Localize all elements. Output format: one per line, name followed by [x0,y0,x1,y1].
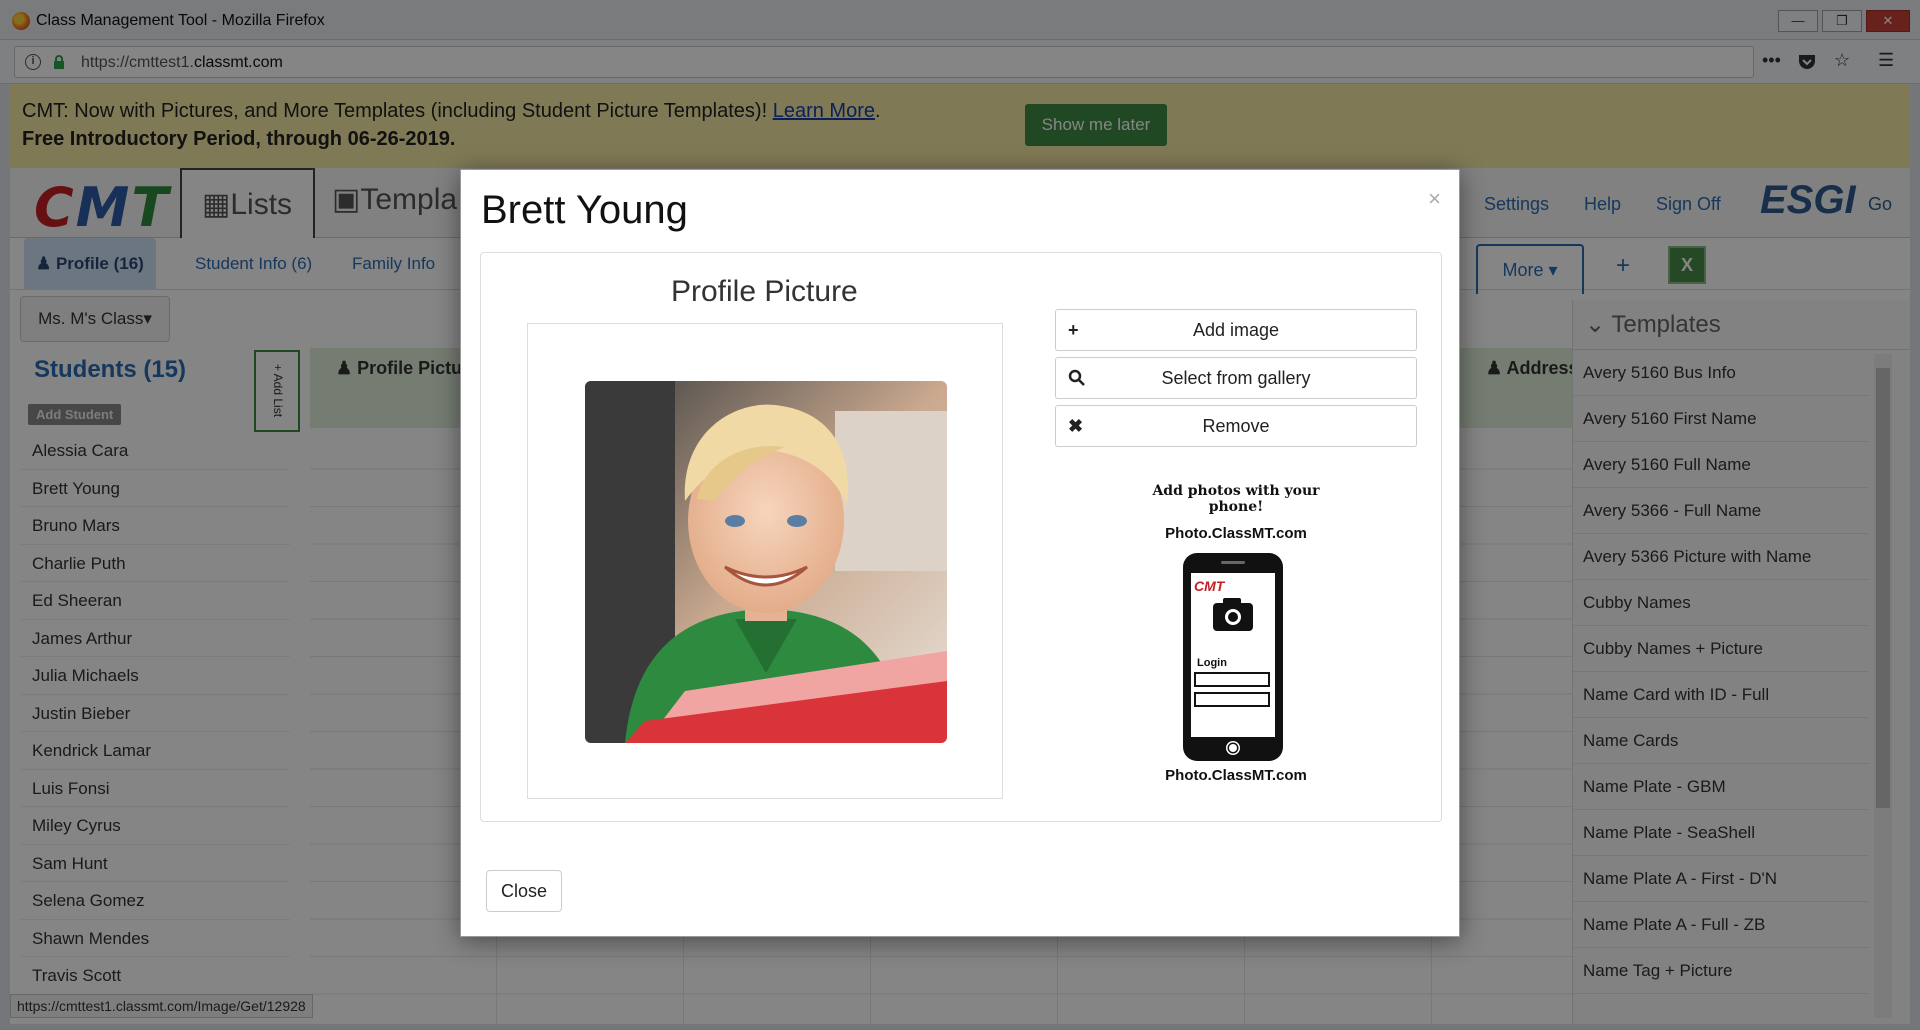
search-icon [1068,369,1085,386]
phone-promo-text: Add photos with your phone! [1152,483,1320,515]
close-icon: ✖ [1068,416,1084,436]
phone-login-label: Login [1197,657,1227,669]
profile-picture-frame [527,323,1003,799]
add-image-button[interactable]: + Add image [1055,309,1417,351]
close-icon[interactable]: × [1428,186,1441,212]
select-from-gallery-button[interactable]: Select from gallery [1055,357,1417,399]
phone-site-bottom: Photo.ClassMT.com [1165,767,1307,784]
plus-icon: + [1068,320,1079,340]
phone-cmt-logo: CMT [1194,578,1225,594]
remove-button[interactable]: ✖ Remove [1055,405,1417,447]
profile-modal: Brett Young × Profile Picture + Add imag… [460,169,1460,937]
modal-body: Profile Picture + Add image Select from … [480,252,1442,822]
close-button[interactable]: Close [486,870,562,912]
modal-title: Brett Young [481,188,688,232]
phone-site-top: Photo.ClassMT.com [1165,525,1307,542]
profile-photo [585,381,947,743]
phone-upload-promo[interactable]: Add photos with your phone! Photo.ClassM… [1136,475,1336,801]
profile-picture-label: Profile Picture [671,275,858,308]
